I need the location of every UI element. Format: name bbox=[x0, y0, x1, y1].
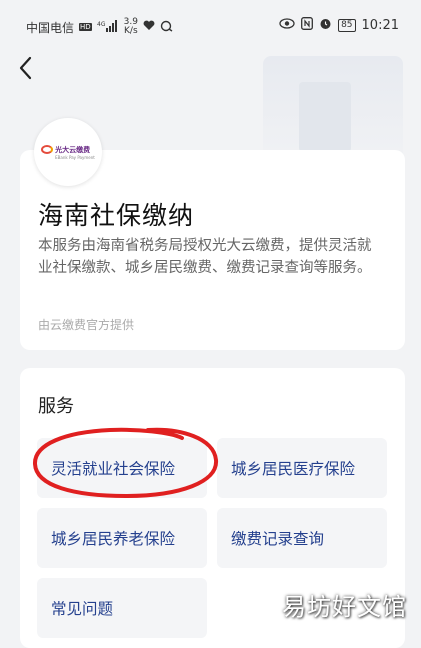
logo-mark-icon bbox=[41, 145, 54, 154]
logo-text: 光大云缴费 bbox=[55, 145, 91, 154]
heart-icon bbox=[143, 20, 155, 34]
service-description: 本服务由海南省税务局授权光大云缴费，提供灵活就业社保缴款、城乡居民缴费、缴费记录… bbox=[38, 238, 372, 276]
status-bar-left: 中国电信 HD 4G 3.9 K/s bbox=[26, 18, 173, 36]
signal-icon: 4G bbox=[97, 19, 119, 35]
service-tile-label: 灵活就业社会保险 bbox=[51, 460, 176, 478]
battery-level: 85 bbox=[338, 18, 356, 32]
service-tile-resident-pension-insurance[interactable]: 城乡居民养老保险 bbox=[37, 508, 207, 568]
logo-content: 光大云缴费 EBank Pay Payment bbox=[41, 145, 95, 160]
header-decoration-shape bbox=[299, 82, 351, 152]
alarm-clock-icon bbox=[319, 17, 332, 33]
logo-subtext: EBank Pay Payment bbox=[55, 154, 95, 160]
service-tile-flexible-employment-insurance[interactable]: 灵活就业社会保险 bbox=[37, 438, 207, 498]
service-tile-label: 城乡居民医疗保险 bbox=[231, 460, 356, 478]
chat-bubble-icon bbox=[160, 20, 173, 35]
services-heading: 服务 bbox=[38, 396, 74, 417]
net-speed: 3.9 K/s bbox=[124, 18, 138, 36]
page-title: 海南社保缴纳 bbox=[38, 201, 195, 230]
service-tile-payment-records[interactable]: 缴费记录查询 bbox=[217, 508, 387, 568]
carrier-name: 中国电信 bbox=[26, 20, 75, 35]
provider-note: 由云缴费官方提供 bbox=[38, 318, 135, 332]
service-tile-resident-medical-insurance[interactable]: 城乡居民医疗保险 bbox=[217, 438, 387, 498]
service-tile-faq[interactable]: 常见问题 bbox=[37, 578, 207, 638]
service-tile-label: 城乡居民养老保险 bbox=[51, 530, 176, 548]
watermark: 易坊好文馆 bbox=[282, 593, 407, 621]
chevron-left-icon bbox=[19, 56, 32, 80]
clock-time: 10:21 bbox=[361, 17, 399, 33]
eye-icon bbox=[279, 18, 295, 32]
back-button[interactable] bbox=[14, 54, 38, 82]
net-speed-unit: K/s bbox=[124, 26, 138, 36]
status-bar-right: 85 10:21 bbox=[279, 17, 399, 33]
service-logo: 光大云缴费 EBank Pay Payment bbox=[34, 118, 102, 186]
hd-badge: HD bbox=[79, 23, 92, 31]
service-tile-label: 常见问题 bbox=[51, 600, 114, 618]
logo-row: 光大云缴费 bbox=[41, 145, 90, 155]
network-type: 4G bbox=[97, 21, 106, 28]
nfc-icon bbox=[301, 17, 314, 33]
status-bar: 中国电信 HD 4G 3.9 K/s 85 10:21 bbox=[0, 0, 421, 52]
service-tile-label: 缴费记录查询 bbox=[231, 530, 325, 548]
